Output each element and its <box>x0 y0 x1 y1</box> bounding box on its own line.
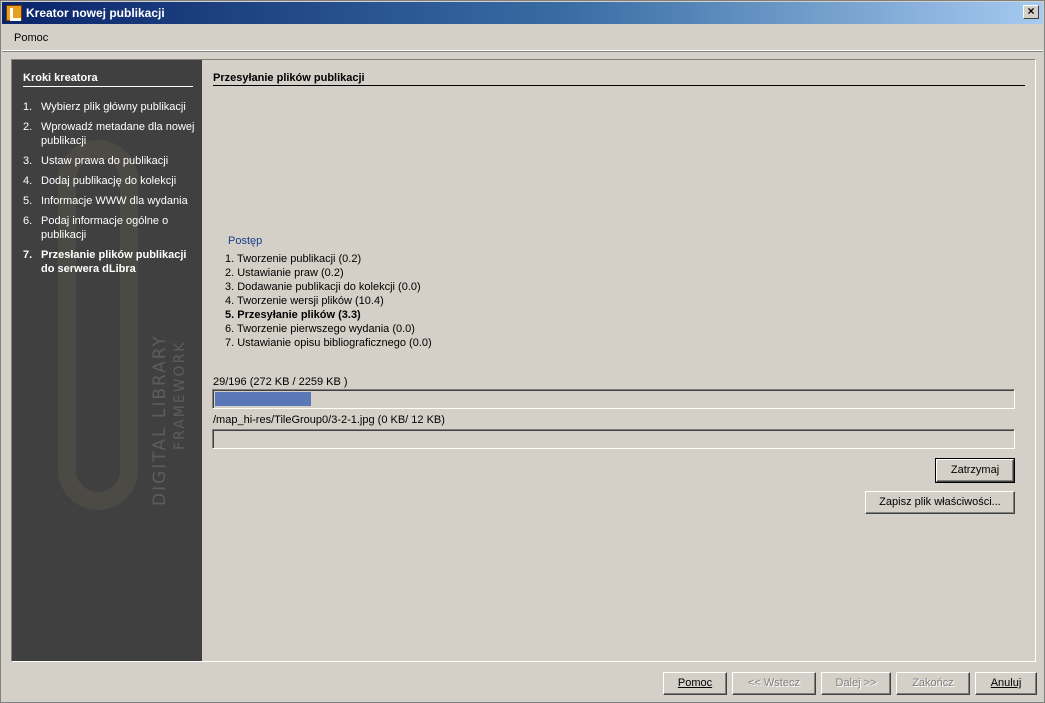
wizard-window: Kreator nowej publikacji × Pomoc DIGITAL… <box>0 0 1045 703</box>
dlibra-app-icon <box>6 5 22 21</box>
title-bar: Kreator nowej publikacji × <box>2 2 1043 24</box>
progress-steps-list: 1. Tworzenie publikacji (0.2) 2. Ustawia… <box>225 252 432 350</box>
step-item: 1. Wybierz plik główny publikacji <box>23 100 195 114</box>
step-item: 4. Dodaj publikację do kolekcji <box>23 174 195 188</box>
step-number: 5. <box>23 195 33 207</box>
cancel-button[interactable]: Anuluj <box>975 672 1037 695</box>
progress-step: 4. Tworzenie wersji plików (10.4) <box>225 295 384 307</box>
step-item: 2. Wprowadź metadane dla nowej publikacji <box>23 120 195 148</box>
progress-title: Postęp <box>228 235 263 247</box>
progress-step: 1. Tworzenie publikacji (0.2) <box>225 253 362 265</box>
overall-progress-bar <box>212 389 1015 409</box>
menu-bar: Pomoc <box>2 25 1043 51</box>
step-item: 5. Informacje WWW dla wydania <box>23 194 195 208</box>
watermark-text-1: DIGITAL LIBRARY <box>150 334 170 506</box>
progress-step-current: 5. Przesyłanie plików (3.3) <box>225 309 361 321</box>
step-label: Wprowadź metadane dla nowej publikacji <box>41 121 195 147</box>
step-number: 2. <box>23 121 33 133</box>
step-item-active: 7. Przesłanie plików publikacji do serwer… <box>23 248 195 276</box>
window-title: Kreator nowej publikacji <box>26 6 165 20</box>
pause-button[interactable]: Zatrzymaj <box>935 458 1015 483</box>
step-label: Wybierz plik główny publikacji <box>41 101 186 113</box>
step-label: Podaj informacje ogólne o publikacji <box>41 215 169 241</box>
watermark-text-2: FRAMEWORK <box>172 340 188 451</box>
step-number: 1. <box>23 101 33 113</box>
page-title: Przesyłanie plików publikacji <box>213 72 1025 86</box>
next-button[interactable]: Dalej >> <box>821 672 891 695</box>
help-button[interactable]: Pomoc <box>663 672 727 695</box>
progress-step: 3. Dodawanie publikacji do kolekcji (0.0… <box>225 281 421 293</box>
step-label: Dodaj publikację do kolekcji <box>41 175 177 187</box>
cancel-button-label: Anuluj <box>990 677 1022 689</box>
step-number: 6. <box>23 215 33 227</box>
step-number: 7. <box>23 249 33 261</box>
steps-list: 1. Wybierz plik główny publikacji 2. Wprow… <box>23 100 195 282</box>
overall-progress-label: 29/196 (272 KB / 2259 KB ) <box>213 376 348 388</box>
progress-step: 7. Ustawianie opisu bibliograficznego (0… <box>225 337 432 349</box>
step-label: Przesłanie plików publikacji do serwera … <box>41 249 187 275</box>
progress-step: 6. Tworzenie pierwszego wydania (0.0) <box>225 323 415 335</box>
file-progress-bar <box>212 429 1015 449</box>
back-button[interactable]: << Wstecz <box>732 672 816 695</box>
help-button-label: Pomoc <box>677 677 713 689</box>
step-label: Informacje WWW dla wydania <box>41 195 188 207</box>
steps-heading: Kroki kreatora <box>23 72 193 87</box>
step-label: Ustaw prawa do publikacji <box>41 155 169 167</box>
file-progress-label: /map_hi-res/TileGroup0/3-2-1.jpg (0 KB/ … <box>213 414 445 426</box>
step-item: 3. Ustaw prawa do publikacji <box>23 154 195 168</box>
step-number: 3. <box>23 155 33 167</box>
step-number: 4. <box>23 175 33 187</box>
wizard-main-panel: Przesyłanie plików publikacji Postęp 1. … <box>202 60 1035 661</box>
overall-progress-fill <box>215 392 311 406</box>
close-button[interactable]: × <box>1023 5 1039 19</box>
progress-step: 2. Ustawianie praw (0.2) <box>225 267 344 279</box>
save-properties-button[interactable]: Zapisz plik właściwości... <box>865 491 1015 514</box>
finish-button[interactable]: Zakończ <box>896 672 970 695</box>
menu-help[interactable]: Pomoc <box>14 32 48 44</box>
step-item: 6. Podaj informacje ogólne o publikacji <box>23 214 195 242</box>
wizard-steps-sidebar: DIGITAL LIBRARY FRAMEWORK Kroki kreatora… <box>12 60 202 661</box>
